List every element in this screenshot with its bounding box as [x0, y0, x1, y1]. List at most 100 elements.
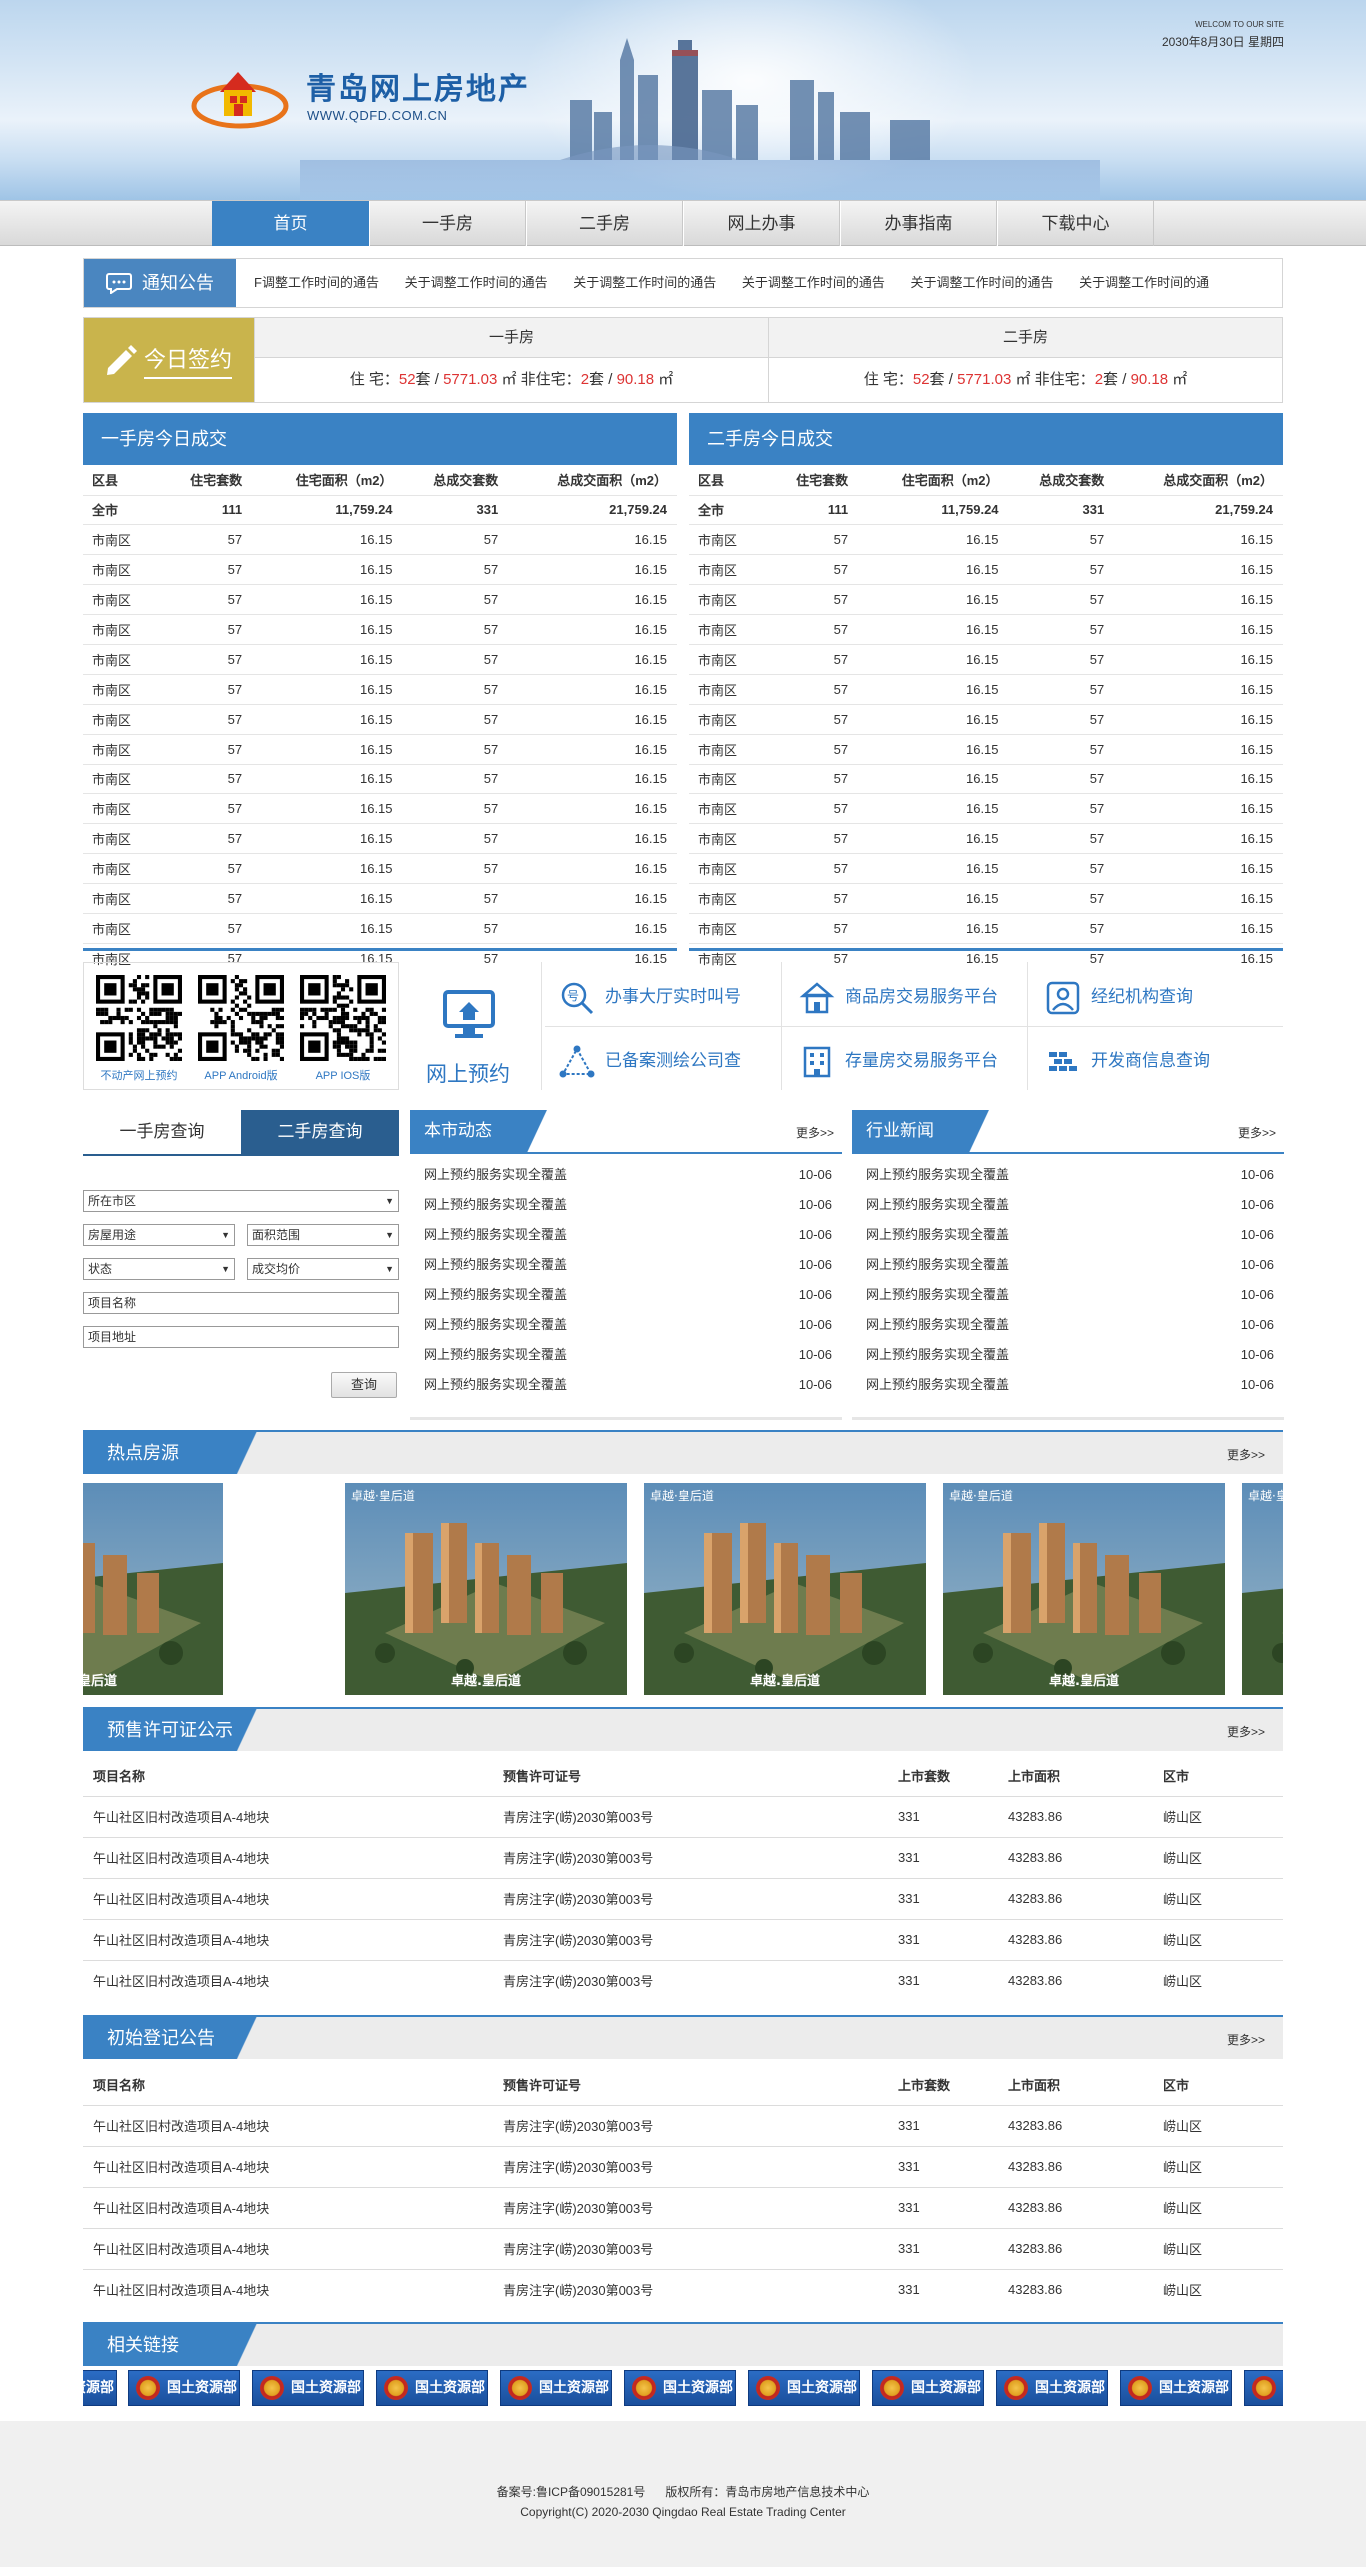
news-item[interactable]: 网上预约服务实现全覆盖 10-06 [852, 1310, 1284, 1340]
related-link-banner[interactable]: 国土资源部 [500, 2370, 612, 2406]
table-row[interactable]: 午山社区旧村改造项目A-4地块 青房注字(崂)2030第003号 331 43283.… [83, 2268, 1283, 2310]
table-row[interactable]: 午山社区旧村改造项目A-4地块 青房注字(崂)2030第003号 331 43283.… [83, 1836, 1283, 1878]
table-row[interactable]: 午山社区旧村改造项目A-4地块 青房注字(崂)2030第003号 331 43283.… [83, 2186, 1283, 2228]
news-item-title[interactable]: 网上预约服务实现全覆盖 [424, 1280, 567, 1310]
news-item[interactable]: 网上预约服务实现全覆盖 10-06 [410, 1340, 842, 1370]
used-house-trade-link[interactable]: 存量房交易服务平台 [789, 1034, 998, 1088]
related-link-banner[interactable]: 国土资源部 [872, 2370, 984, 2406]
related-link-banner[interactable]: 国土资源部 [128, 2370, 240, 2406]
query-button[interactable]: 查询 [331, 1372, 397, 1398]
developer-info-link[interactable]: 开发商信息查询 [1035, 1034, 1210, 1088]
city-news-more-link[interactable]: 更多>> [796, 1124, 834, 1141]
notice-item[interactable]: 关于调整工作时间的通告 [405, 275, 548, 290]
news-item-title[interactable]: 网上预约服务实现全覆盖 [866, 1280, 1009, 1310]
news-item-title[interactable]: 网上预约服务实现全覆盖 [424, 1250, 567, 1280]
tab-used-house-query[interactable]: 二手房查询 [241, 1110, 399, 1154]
news-item-title[interactable]: 网上预约服务实现全覆盖 [424, 1160, 567, 1190]
news-item[interactable]: 网上预约服务实现全覆盖 10-06 [852, 1370, 1284, 1400]
news-item[interactable]: 网上预约服务实现全覆盖 10-06 [852, 1220, 1284, 1250]
news-item-title[interactable]: 网上预约服务实现全覆盖 [424, 1340, 567, 1370]
related-link-banner[interactable]: 国土资源部 [624, 2370, 736, 2406]
news-item-title[interactable]: 网上预约服务实现全覆盖 [866, 1340, 1009, 1370]
news-item-title[interactable]: 网上预约服务实现全覆盖 [866, 1160, 1009, 1190]
hot-house-image[interactable]: 卓越·皇后道卓越.皇后道 [83, 1483, 223, 1695]
agency-query-link[interactable]: 经纪机构查询 [1035, 970, 1193, 1024]
news-item-title[interactable]: 网上预约服务实现全覆盖 [866, 1250, 1009, 1280]
related-link-banner[interactable]: 国土资源部 [1120, 2370, 1232, 2406]
related-link-banner[interactable]: 国土资源部 [996, 2370, 1108, 2406]
notice-item[interactable]: 关于调整工作时间的通告 [911, 275, 1054, 290]
qr-label[interactable]: 不动产网上预约 [89, 1067, 189, 1083]
hot-house-image[interactable]: 卓越·皇后道卓越.皇后道 [1242, 1483, 1283, 1695]
icp-record[interactable]: 备案号:鲁ICP备09015281号 [497, 2485, 646, 2499]
notice-item[interactable]: 关于调整工作时间的通告 [573, 275, 716, 290]
news-item[interactable]: 网上预约服务实现全覆盖 10-06 [852, 1160, 1284, 1190]
project-name-input[interactable]: 项目名称 [83, 1292, 399, 1314]
status-select[interactable]: 状态 ▼ [83, 1258, 235, 1280]
qr-label[interactable]: APP IOS版 [293, 1067, 393, 1083]
avg-price-select[interactable]: 成交均价 ▼ [247, 1258, 399, 1280]
initial-register-more-link[interactable]: 更多>> [1227, 2031, 1265, 2048]
hall-queue-link[interactable]: 号 办事大厅实时叫号 [549, 970, 741, 1024]
nav-item-download[interactable]: 下载中心 [997, 201, 1154, 246]
table-row[interactable]: 午山社区旧村改造项目A-4地块 青房注字(崂)2030第003号 331 43283.… [83, 2227, 1283, 2269]
industry-news-more-link[interactable]: 更多>> [1238, 1124, 1276, 1141]
news-item[interactable]: 网上预约服务实现全覆盖 10-06 [410, 1160, 842, 1190]
news-item[interactable]: 网上预约服务实现全覆盖 10-06 [852, 1190, 1284, 1220]
qr-code-icon[interactable] [96, 975, 182, 1061]
news-item[interactable]: 网上预约服务实现全覆盖 10-06 [410, 1250, 842, 1280]
table-row[interactable]: 午山社区旧村改造项目A-4地块 青房注字(崂)2030第003号 331 43283.… [83, 1918, 1283, 1960]
news-item[interactable]: 网上预约服务实现全覆盖 10-06 [410, 1280, 842, 1310]
news-item-title[interactable]: 网上预约服务实现全覆盖 [866, 1190, 1009, 1220]
table-row[interactable]: 午山社区旧村改造项目A-4地块 青房注字(崂)2030第003号 331 43283.… [83, 1959, 1283, 2001]
nav-item-home[interactable]: 首页 [212, 201, 369, 246]
news-item[interactable]: 网上预约服务实现全覆盖 10-06 [410, 1370, 842, 1400]
qr-label[interactable]: APP Android版 [191, 1067, 291, 1083]
qr-code-icon[interactable] [300, 975, 386, 1061]
area-range-select[interactable]: 面积范围 ▼ [247, 1224, 399, 1246]
news-item[interactable]: 网上预约服务实现全覆盖 10-06 [410, 1310, 842, 1340]
news-item-title[interactable]: 网上预约服务实现全覆盖 [424, 1220, 567, 1250]
news-item[interactable]: 网上预约服务实现全覆盖 10-06 [410, 1190, 842, 1220]
notice-item[interactable]: 关于调整工作时间的通告 [742, 275, 885, 290]
nav-item-used-house[interactable]: 二手房 [526, 201, 683, 246]
news-item-title[interactable]: 网上预约服务实现全覆盖 [424, 1370, 567, 1400]
online-booking-button[interactable]: 网上预约 [403, 962, 533, 1090]
notice-item[interactable]: 关于调整工作时间的通 [1079, 275, 1209, 290]
news-item[interactable]: 网上预约服务实现全覆盖 10-06 [852, 1250, 1284, 1280]
table-cell: 43283.86 [998, 1959, 1153, 2001]
usage-select[interactable]: 房屋用途 ▼ [83, 1224, 235, 1246]
table-row[interactable]: 午山社区旧村改造项目A-4地块 青房注字(崂)2030第003号 331 43283.… [83, 1877, 1283, 1919]
hot-house-image[interactable]: 卓越·皇后道卓越.皇后道 [644, 1483, 926, 1695]
related-link-banner[interactable]: 国土资源部 [376, 2370, 488, 2406]
surveying-company-link[interactable]: 已备案测绘公司查 [549, 1034, 741, 1088]
table-row[interactable]: 午山社区旧村改造项目A-4地块 青房注字(崂)2030第003号 331 43283.… [83, 2104, 1283, 2146]
news-item-title[interactable]: 网上预约服务实现全覆盖 [424, 1310, 567, 1340]
hot-houses-more-link[interactable]: 更多>> [1227, 1446, 1265, 1463]
news-item-title[interactable]: 网上预约服务实现全覆盖 [866, 1220, 1009, 1250]
news-item[interactable]: 网上预约服务实现全覆盖 10-06 [852, 1280, 1284, 1310]
table-row[interactable]: 午山社区旧村改造项目A-4地块 青房注字(崂)2030第003号 331 43283.… [83, 1795, 1283, 1837]
news-item-title[interactable]: 网上预约服务实现全覆盖 [866, 1370, 1009, 1400]
nav-item-new-house[interactable]: 一手房 [369, 201, 526, 246]
presale-permit-more-link[interactable]: 更多>> [1227, 1723, 1265, 1740]
nav-item-online-service[interactable]: 网上办事 [683, 201, 840, 246]
nav-item-guide[interactable]: 办事指南 [840, 201, 997, 246]
related-link-banner[interactable]: 国土资源部 [252, 2370, 364, 2406]
news-item-title[interactable]: 网上预约服务实现全覆盖 [424, 1190, 567, 1220]
hot-house-image[interactable]: 卓越·皇后道卓越.皇后道 [345, 1483, 627, 1695]
related-link-banner[interactable]: 国土资源部 [83, 2370, 117, 2406]
district-select[interactable]: 所在市区 ▼ [83, 1190, 399, 1212]
project-address-input[interactable]: 项目地址 [83, 1326, 399, 1348]
notice-item[interactable]: F调整工作时间的通告 [254, 275, 379, 290]
table-row[interactable]: 午山社区旧村改造项目A-4地块 青房注字(崂)2030第003号 331 43283.… [83, 2145, 1283, 2187]
news-item[interactable]: 网上预约服务实现全覆盖 10-06 [852, 1340, 1284, 1370]
related-link-banner[interactable]: 国土资源部 [748, 2370, 860, 2406]
news-item-title[interactable]: 网上预约服务实现全覆盖 [866, 1310, 1009, 1340]
qr-code-icon[interactable] [198, 975, 284, 1061]
news-item[interactable]: 网上预约服务实现全覆盖 10-06 [410, 1220, 842, 1250]
tab-new-house-query[interactable]: 一手房查询 [83, 1110, 241, 1154]
related-link-banner[interactable]: 国土资源部 [1244, 2370, 1283, 2406]
hot-house-image[interactable]: 卓越·皇后道卓越.皇后道 [943, 1483, 1225, 1695]
new-house-trade-link[interactable]: 商品房交易服务平台 [789, 970, 998, 1024]
